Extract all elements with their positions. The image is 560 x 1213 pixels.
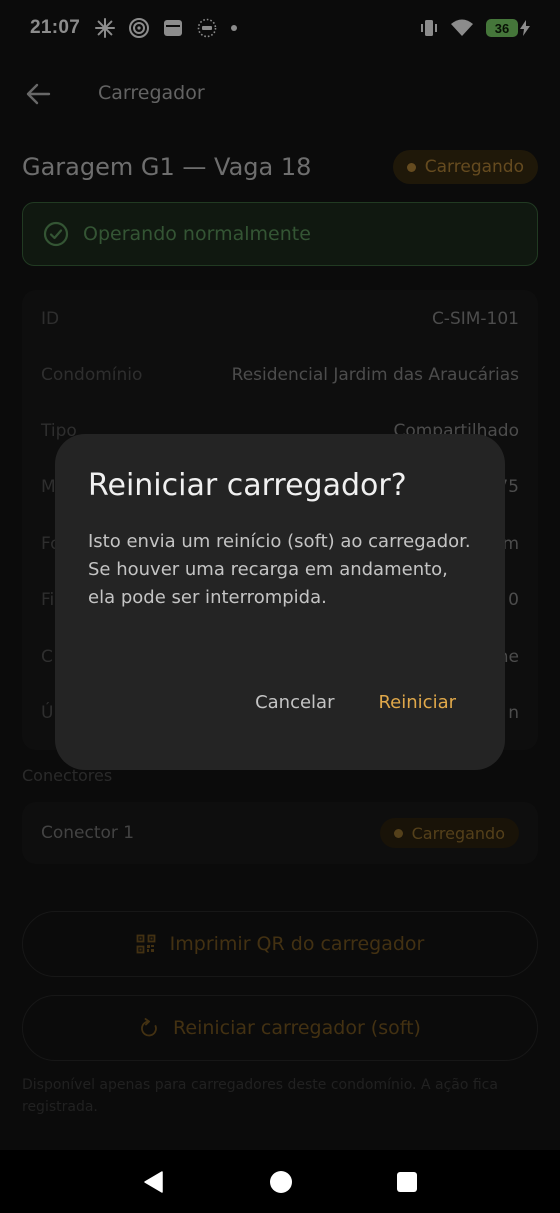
restart-confirm-dialog: Reiniciar carregador? Isto envia um rein… (55, 434, 505, 770)
system-navigation-bar (0, 1150, 560, 1213)
dialog-body: Isto envia um reinício (soft) ao carrega… (88, 531, 471, 608)
nav-home-icon[interactable] (269, 1170, 293, 1194)
dialog-title: Reiniciar carregador? (88, 468, 407, 503)
cancel-button[interactable]: Cancelar (255, 692, 334, 713)
nav-back-icon[interactable] (142, 1170, 166, 1194)
nav-recents-icon[interactable] (396, 1171, 418, 1193)
dialog-actions: Cancelar Reiniciar (255, 692, 456, 713)
confirm-restart-button[interactable]: Reiniciar (378, 692, 456, 713)
